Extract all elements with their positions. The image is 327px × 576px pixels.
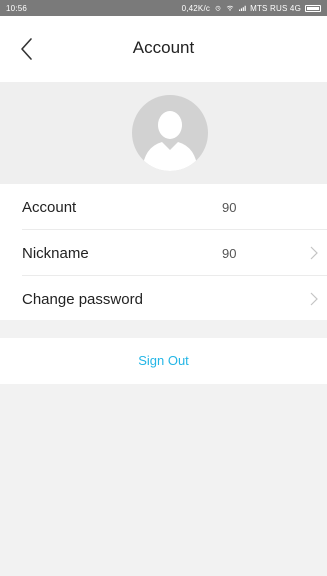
chevron-right-icon [310, 292, 318, 306]
battery-icon [305, 4, 321, 12]
signal-icon [239, 5, 246, 11]
account-value: 90 [222, 200, 237, 215]
nickname-value: 90 [222, 246, 237, 261]
network-speed: 0,42K/c [181, 3, 211, 13]
nav-bar: Account [0, 16, 327, 82]
account-label: Account [22, 199, 77, 216]
account-row: Account 90 [0, 184, 327, 230]
nickname-row[interactable]: Nickname 90 [0, 230, 327, 276]
carrier-name: MTS RUS 4G [250, 3, 301, 13]
page-title: Account [132, 38, 195, 57]
status-time: 10:56 [6, 3, 28, 13]
sign-out-label: Sign Out [138, 353, 189, 368]
wifi-icon [226, 5, 234, 11]
status-bar: 10:56 0,42K/c MTS RUS 4G [0, 0, 327, 16]
sign-out-button[interactable]: Sign Out [0, 338, 327, 384]
change-password-label: Change password [22, 291, 143, 308]
status-right-group: 0,42K/c MTS RUS 4G [182, 4, 321, 13]
change-password-row[interactable]: Change password [0, 276, 327, 322]
chevron-right-icon [310, 246, 318, 260]
default-avatar-icon[interactable] [132, 95, 208, 171]
profile-header [0, 82, 327, 184]
nickname-label: Nickname [22, 245, 89, 262]
alarm-icon [215, 5, 221, 11]
account-settings-list: Account 90 Nickname 90 Change password [0, 184, 327, 320]
